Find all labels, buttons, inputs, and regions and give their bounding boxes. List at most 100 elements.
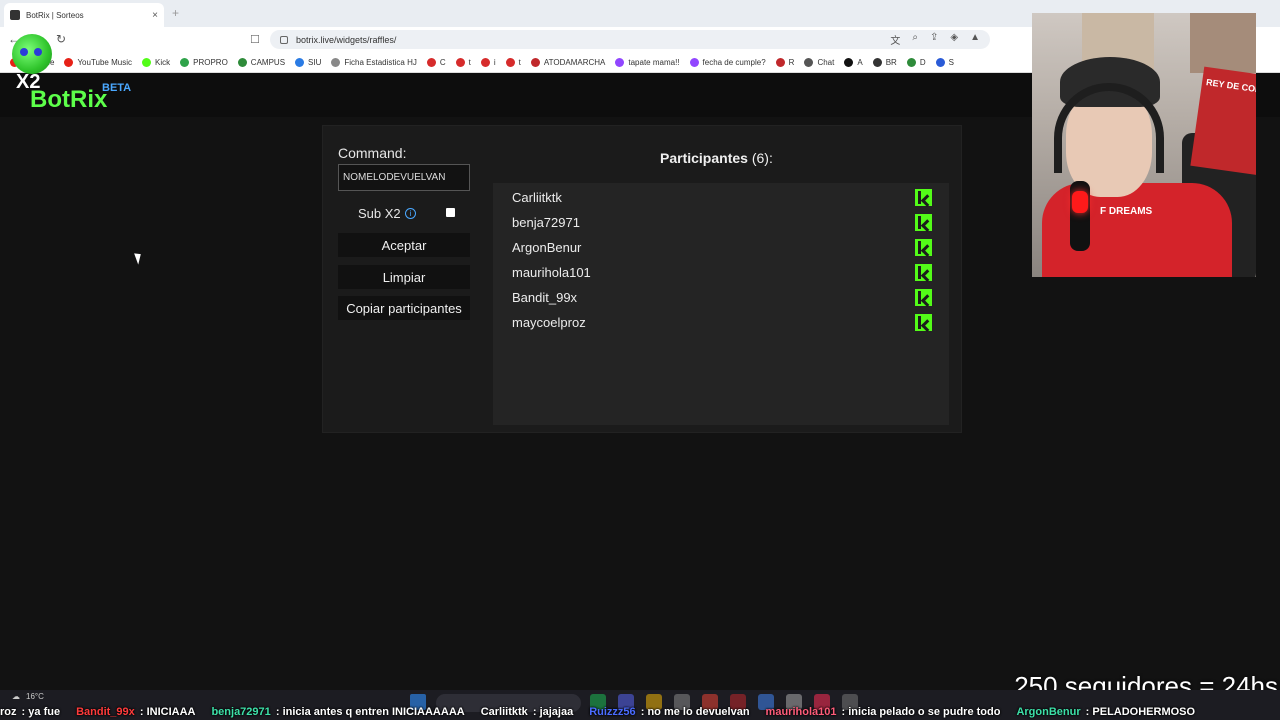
bookmark-favicon-icon (775, 57, 785, 67)
mascot-eye-left-icon (20, 48, 28, 56)
bookmark-label: S (948, 57, 954, 67)
rewards-icon[interactable]: ▲ (970, 32, 980, 47)
bookmark-label: Kick (155, 57, 171, 67)
bookmark-label: A (857, 57, 863, 67)
chat-text: INICIAAA (146, 706, 196, 718)
bookmark-favicon-icon (480, 57, 490, 67)
chat-username: Carliitktk (480, 706, 528, 718)
bookmark-favicon-icon (844, 57, 854, 67)
bookmark-favicon-icon (505, 57, 515, 67)
mouse-cursor-icon (134, 251, 144, 265)
screen: BotRix | Sorteos × + ← → ↻ ☐ botrix.live… (0, 0, 1280, 720)
bookmark-favicon-icon (455, 57, 465, 67)
chat-separator: : (838, 706, 849, 718)
mascot-eye-right-icon (34, 48, 42, 56)
bookmark-item[interactable]: C (426, 57, 446, 67)
bookmark-favicon-icon (689, 57, 699, 67)
bookmark-item[interactable]: CAMPUS (237, 57, 286, 67)
sub-x2-checkbox[interactable] (446, 208, 455, 217)
bookmark-label: i (493, 57, 496, 67)
command-input[interactable] (338, 164, 470, 191)
chat-separator: : (18, 706, 29, 718)
reload-icon[interactable]: ↻ (56, 32, 66, 46)
chat-ticker: roz : ya fue Bandit_99x : INICIAAA benja72… (0, 704, 1280, 720)
url-text: botrix.live/widgets/raffles/ (296, 34, 397, 45)
bookmark-label: CAMPUS (250, 57, 286, 67)
wall-banner: REY DE COPA (1190, 66, 1256, 176)
bookmark-item[interactable]: ATODAMARCHA (530, 57, 605, 67)
site-info-icon[interactable] (280, 35, 288, 44)
participant-row: maycoelproz (512, 310, 932, 335)
site-logo[interactable]: BotRix (30, 86, 107, 114)
chat-message: maurihola101 : inicia pelado o se pudre … (766, 706, 1001, 718)
clear-button[interactable]: Limpiar (338, 265, 470, 289)
info-icon[interactable]: i (405, 208, 416, 219)
bookmark-item[interactable]: BR (872, 57, 897, 67)
chat-message: roz : ya fue (0, 706, 60, 718)
bookmark-label: t (468, 57, 471, 67)
brave-shield-icon[interactable]: ◈ (950, 32, 958, 47)
bookmark-item[interactable]: fecha de cumple? (689, 57, 766, 67)
chat-text: PELADOHERMOSO (1092, 706, 1196, 718)
bookmark-item[interactable]: Kick (142, 57, 171, 67)
shirt-print: F DREAMS (1100, 206, 1153, 217)
bookmark-item[interactable]: SIU (295, 57, 321, 67)
participant-name: maurihola101 (512, 265, 591, 280)
participant-row: ArgonBenur (512, 235, 932, 260)
bookmark-item[interactable]: D (906, 57, 926, 67)
bookmark-item[interactable]: A (844, 57, 863, 67)
bookmark-item[interactable]: t (455, 57, 471, 67)
bookmark-item[interactable]: YouTube Music (64, 57, 132, 67)
bookmark-item[interactable]: PROPRO (180, 57, 228, 67)
chat-text: jajajaa (539, 706, 574, 718)
tab-close-icon[interactable]: × (152, 10, 158, 21)
url-field[interactable]: botrix.live/widgets/raffles/ 文 ⌕ ⇪ ◈ ▲ (270, 30, 990, 49)
bookmark-item[interactable]: R (775, 57, 794, 67)
bookmark-item[interactable]: tapate mama!! (615, 57, 680, 67)
bookmark-favicon-icon (804, 57, 814, 67)
participants-list: Carliitktk benja72971 ArgonBenur maurihola1… (493, 183, 949, 425)
bookmark-label: Ficha Estadistica HJ (344, 57, 417, 67)
participants-title: Participantes (6): (660, 150, 773, 166)
bookmark-label: fecha de cumple? (702, 57, 766, 67)
translate-icon[interactable]: 文 (890, 32, 900, 47)
participant-name: Bandit_99x (512, 290, 578, 305)
botrix-mascot-icon (12, 34, 52, 74)
command-label: Command: (338, 145, 407, 161)
weather-widget[interactable]: ☁ 16°C (12, 692, 44, 701)
participant-name: Carliitktk (512, 190, 562, 205)
new-tab-icon[interactable]: + (172, 6, 179, 20)
bookmark-label: D (919, 57, 926, 67)
chat-username: maurihola101 (765, 706, 837, 718)
bookmark-item[interactable]: Chat (804, 57, 835, 67)
zoom-icon[interactable]: ⌕ (912, 32, 918, 47)
bookmark-item[interactable]: Ficha Estadistica HJ (331, 57, 417, 67)
bookmark-item[interactable]: S (935, 57, 954, 67)
bookmark-favicon-icon (237, 57, 247, 67)
kick-platform-icon (915, 214, 932, 231)
bookmark-favicon-icon (426, 57, 436, 67)
webcam-overlay: REY DE COPA F DREAMS (1032, 13, 1256, 277)
chat-username: ArgonBenur (1016, 706, 1081, 718)
temperature: 16°C (26, 692, 44, 701)
copy-participants-button[interactable]: Copiar participantes (338, 296, 470, 320)
chat-username: benja72971 (211, 706, 271, 718)
bookmark-label: tapate mama!! (628, 57, 680, 67)
bookmark-label: Chat (817, 57, 835, 67)
bookmark-favicon-icon (935, 57, 945, 67)
address-actions: 文 ⌕ ⇪ ◈ ▲ (890, 32, 990, 47)
browser-tab[interactable]: BotRix | Sorteos × (4, 3, 164, 27)
participant-row: Bandit_99x (512, 285, 932, 310)
bookmark-page-icon[interactable]: ☐ (250, 33, 260, 46)
bookmark-label: C (439, 57, 446, 67)
share-icon[interactable]: ⇪ (930, 32, 938, 47)
kick-platform-icon (915, 314, 932, 331)
bookmark-favicon-icon (906, 57, 916, 67)
chat-username: Ruizzz56 (589, 706, 636, 718)
bookmark-item[interactable]: t (505, 57, 521, 67)
kick-platform-icon (915, 189, 932, 206)
participant-name: maycoelproz (512, 315, 586, 330)
accept-button[interactable]: Aceptar (338, 233, 470, 257)
bookmark-item[interactable]: i (480, 57, 496, 67)
chat-text: inicia antes q entren INICIAAAAAA (282, 706, 465, 718)
